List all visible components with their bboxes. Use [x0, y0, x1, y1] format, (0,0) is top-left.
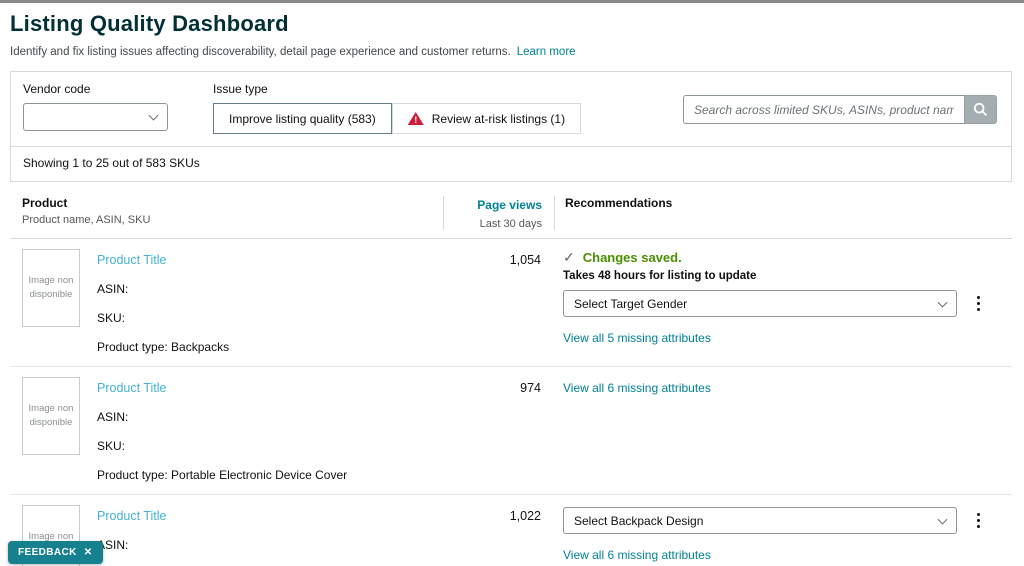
product-title-link[interactable]: Product Title: [97, 381, 166, 395]
issue-type-label: Issue type: [213, 82, 581, 96]
view-missing-attributes-link[interactable]: View all 5 missing attributes: [563, 331, 711, 345]
recommendations-cell: Select Backpack Design View all 6 missin…: [553, 505, 1012, 566]
page-header: Listing Quality Dashboard Identify and f…: [0, 3, 1024, 58]
listing-table: Product Product name, ASIN, SKU Page vie…: [10, 188, 1012, 566]
check-icon: ✓: [563, 249, 575, 266]
table-row: Image non disponible Product Title ASIN:…: [10, 239, 1012, 367]
target-gender-select[interactable]: Select Target Gender: [563, 290, 957, 317]
view-missing-attributes-link[interactable]: View all 6 missing attributes: [563, 548, 711, 562]
vendor-code-group: Vendor code: [23, 82, 183, 131]
filter-panel: Vendor code Issue type Improve listing q…: [10, 71, 1012, 182]
sku-label: SKU:: [97, 439, 347, 453]
product-type-label: Product type: Backpacks: [97, 340, 229, 354]
results-summary: Showing 1 to 25 out of 583 SKUs: [11, 146, 1011, 181]
warning-triangle-icon: !: [408, 112, 424, 125]
backpack-design-select[interactable]: Select Backpack Design: [563, 507, 957, 534]
vendor-code-label: Vendor code: [23, 82, 183, 96]
page-subtitle-text: Identify and fix listing issues affectin…: [10, 46, 511, 58]
product-title-link[interactable]: Product Title: [97, 253, 166, 267]
tab-improve-listing-quality[interactable]: Improve listing quality (583): [213, 103, 392, 134]
chevron-down-icon: [149, 111, 159, 121]
sku-label: SKU:: [97, 311, 229, 325]
table-header: Product Product name, ASIN, SKU Page vie…: [10, 188, 1012, 239]
product-column-subtitle: Product name, ASIN, SKU: [22, 214, 443, 226]
chevron-down-icon: [938, 297, 948, 307]
asin-label: ASIN:: [97, 538, 229, 552]
column-header-product: Product Product name, ASIN, SKU: [10, 196, 443, 230]
feedback-label: FEEDBACK: [18, 547, 77, 558]
page-views-column-subtitle: Last 30 days: [444, 218, 542, 230]
page-title: Listing Quality Dashboard: [10, 11, 1012, 37]
recommendations-column-title: Recommendations: [565, 196, 1012, 210]
select-value: Select Target Gender: [574, 297, 687, 311]
product-image-placeholder: Image non disponible: [22, 249, 80, 327]
tab-label: Review at-risk listings (1): [432, 112, 565, 126]
asin-label: ASIN:: [97, 410, 347, 424]
magnifier-icon: [973, 102, 988, 117]
search-input[interactable]: [683, 95, 964, 124]
search-group: [683, 95, 997, 124]
status-badge: Changes saved.: [583, 250, 682, 265]
product-cell: Image non disponible Product Title ASIN:…: [10, 377, 443, 482]
product-column-title: Product: [22, 196, 443, 210]
asin-label: ASIN:: [97, 282, 229, 296]
page-views-sort-link[interactable]: Page views: [477, 198, 542, 212]
kebab-menu-icon[interactable]: [965, 513, 991, 528]
kebab-menu-icon[interactable]: [965, 296, 991, 311]
column-header-recommendations: Recommendations: [555, 196, 1012, 230]
close-icon: ✕: [84, 547, 93, 558]
table-row: Image non disponible Product Title ASIN:…: [10, 367, 1012, 495]
status-note: Takes 48 hours for listing to update: [563, 270, 1012, 282]
tab-label: Improve listing quality (583): [229, 112, 376, 126]
issue-type-group: Issue type Improve listing quality (583)…: [213, 82, 581, 134]
product-title-link[interactable]: Product Title: [97, 509, 166, 523]
recommendations-cell: ✓ Changes saved. Takes 48 hours for list…: [553, 249, 1012, 354]
page-views-value: 1,022: [443, 505, 553, 566]
recommendations-cell: View all 6 missing attributes: [553, 377, 1012, 482]
table-row: Image non disponible Product Title ASIN:…: [10, 495, 1012, 566]
tab-review-at-risk-listings[interactable]: ! Review at-risk listings (1): [392, 103, 581, 134]
chevron-down-icon: [938, 514, 948, 524]
search-button[interactable]: [964, 95, 997, 124]
learn-more-link[interactable]: Learn more: [517, 46, 576, 58]
feedback-button[interactable]: FEEDBACK ✕: [8, 541, 103, 564]
column-header-page-views: Page views Last 30 days: [444, 196, 554, 230]
page-subtitle: Identify and fix listing issues affectin…: [10, 46, 1012, 58]
vendor-code-select[interactable]: [23, 103, 168, 131]
product-image-placeholder: Image non disponible: [22, 377, 80, 455]
select-value: Select Backpack Design: [574, 514, 703, 528]
issue-type-tabs: Improve listing quality (583) ! Review a…: [213, 103, 581, 134]
view-missing-attributes-link[interactable]: View all 6 missing attributes: [563, 381, 711, 395]
page-views-value: 974: [443, 377, 553, 482]
product-type-label: Product type: Portable Electronic Device…: [97, 468, 347, 482]
product-cell: Image non disponible Product Title ASIN:…: [10, 249, 443, 354]
page-views-value: 1,054: [443, 249, 553, 354]
